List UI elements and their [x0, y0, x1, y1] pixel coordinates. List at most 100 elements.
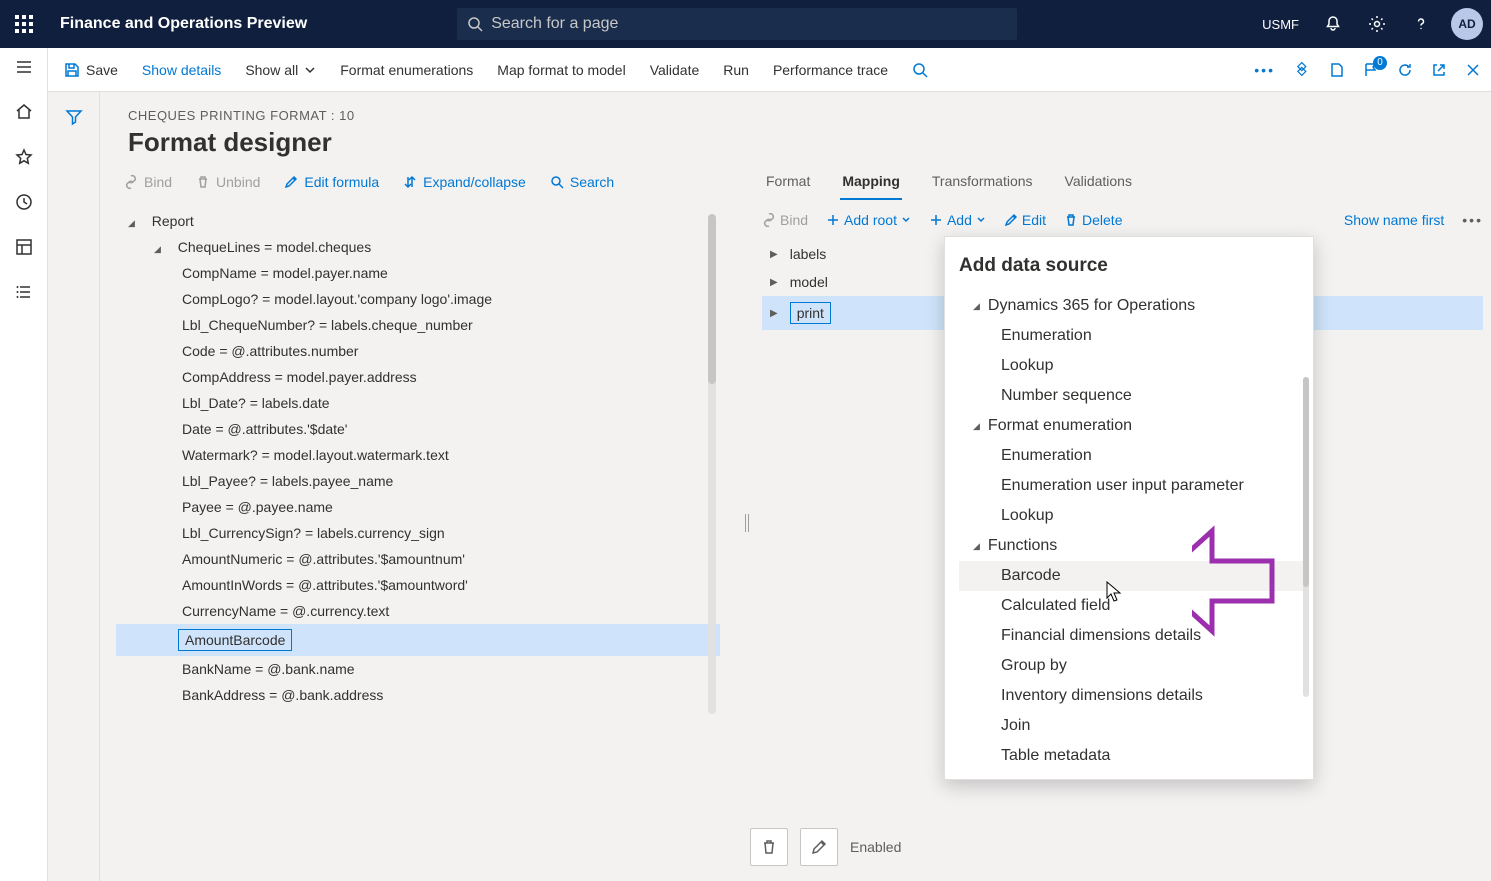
- run-button[interactable]: Run: [723, 62, 749, 78]
- scrollbar[interactable]: [708, 214, 716, 714]
- tree-node-chequelines[interactable]: ChequeLines = model.cheques: [116, 234, 720, 260]
- tree-node[interactable]: CompAddress = model.payer.address: [116, 364, 720, 390]
- nav-menu-button[interactable]: [15, 58, 33, 81]
- nav-home[interactable]: [15, 103, 33, 126]
- popup-item[interactable]: Inventory dimensions details: [959, 681, 1309, 711]
- tree-node[interactable]: Watermark? = model.layout.watermark.text: [116, 442, 720, 468]
- popup-item[interactable]: Group by: [959, 651, 1309, 681]
- tree-node[interactable]: Lbl_CurrencySign? = labels.currency_sign: [116, 520, 720, 546]
- tree-node[interactable]: BankAddress = @.bank.address: [116, 682, 720, 708]
- list-icon: [15, 283, 33, 301]
- validate-button[interactable]: Validate: [650, 62, 700, 78]
- tree-node[interactable]: Lbl_Payee? = labels.payee_name: [116, 468, 720, 494]
- popup-item[interactable]: Enumeration: [959, 321, 1309, 351]
- tree-node[interactable]: BankName = @.bank.name: [116, 656, 720, 682]
- tree-node[interactable]: Payee = @.payee.name: [116, 494, 720, 520]
- add-button[interactable]: Add: [929, 212, 986, 228]
- tree-node[interactable]: CurrencyName = @.currency.text: [116, 598, 720, 624]
- status-edit-button[interactable]: [800, 828, 838, 866]
- popup-scrollbar[interactable]: [1303, 377, 1309, 697]
- avatar[interactable]: AD: [1451, 8, 1483, 40]
- chevron-down-icon: [976, 215, 986, 225]
- popup-group-functions[interactable]: ◢Functions: [959, 531, 1309, 561]
- tree-node[interactable]: Date = @.attributes.'$date': [116, 416, 720, 442]
- office-button[interactable]: [1329, 62, 1345, 78]
- tree-search-button[interactable]: Search: [550, 174, 614, 190]
- settings-button[interactable]: [1355, 0, 1399, 48]
- format-enumerations-button[interactable]: Format enumerations: [340, 62, 473, 78]
- delete-button[interactable]: Delete: [1064, 212, 1122, 228]
- scrollbar-thumb[interactable]: [1303, 377, 1309, 587]
- edit-button[interactable]: Edit: [1004, 212, 1046, 228]
- star-icon: [15, 148, 33, 166]
- popup-item[interactable]: Enumeration user input parameter: [959, 471, 1309, 501]
- search-icon: [550, 175, 564, 189]
- map-format-button[interactable]: Map format to model: [497, 62, 625, 78]
- popup-item-barcode[interactable]: Barcode: [959, 561, 1309, 591]
- scrollbar-thumb[interactable]: [708, 214, 716, 384]
- right-more-button[interactable]: •••: [1462, 212, 1483, 228]
- popup-item[interactable]: Lookup: [959, 351, 1309, 381]
- popup-item[interactable]: Calculated field: [959, 591, 1309, 621]
- unbind-button[interactable]: Unbind: [196, 174, 260, 190]
- tree-node[interactable]: Lbl_Date? = labels.date: [116, 390, 720, 416]
- tree-node[interactable]: AmountNumeric = @.attributes.'$amountnum…: [116, 546, 720, 572]
- save-button[interactable]: Save: [64, 62, 118, 78]
- popout-button[interactable]: [1431, 62, 1447, 78]
- bind-button[interactable]: Bind: [124, 174, 172, 190]
- messages-button[interactable]: [1363, 62, 1379, 78]
- help-button[interactable]: [1399, 0, 1443, 48]
- show-name-first-button[interactable]: Show name first: [1344, 212, 1444, 228]
- funnel-icon: [65, 108, 83, 126]
- company-code[interactable]: USMF: [1250, 17, 1311, 32]
- tree-node[interactable]: CompLogo? = model.layout.'company logo'.…: [116, 286, 720, 312]
- app-launcher[interactable]: [0, 0, 48, 48]
- popup-group-format-enum[interactable]: ◢Format enumeration: [959, 411, 1309, 441]
- show-details-button[interactable]: Show details: [142, 62, 221, 78]
- tab-transformations[interactable]: Transformations: [930, 164, 1035, 200]
- more-button[interactable]: •••: [1254, 62, 1275, 78]
- status-delete-button[interactable]: [750, 828, 788, 866]
- tree-node-selected[interactable]: AmountBarcode: [116, 624, 720, 656]
- performance-trace-button[interactable]: Performance trace: [773, 62, 888, 78]
- trash-icon: [761, 839, 777, 855]
- edit-formula-button[interactable]: Edit formula: [284, 174, 379, 190]
- expand-collapse-button[interactable]: Expand/collapse: [403, 174, 526, 190]
- popup-item[interactable]: Financial dimensions details: [959, 621, 1309, 651]
- add-root-button[interactable]: Add root: [826, 212, 911, 228]
- attachments-button[interactable]: [1293, 61, 1311, 79]
- expand-icon: [403, 175, 417, 189]
- page-icon: [1329, 62, 1345, 78]
- close-button[interactable]: [1465, 62, 1481, 78]
- notifications-button[interactable]: [1311, 0, 1355, 48]
- nav-favorites[interactable]: [15, 148, 33, 171]
- popup-item[interactable]: Number sequence: [959, 381, 1309, 411]
- app-title: Finance and Operations Preview: [48, 15, 307, 33]
- popup-item[interactable]: Enumeration: [959, 441, 1309, 471]
- popup-item[interactable]: Lookup: [959, 501, 1309, 531]
- tree-node-report[interactable]: Report: [116, 208, 720, 234]
- tree-node[interactable]: Lbl_ChequeNumber? = labels.cheque_number: [116, 312, 720, 338]
- tree-node[interactable]: AmountInWords = @.attributes.'$amountwor…: [116, 572, 720, 598]
- tree-node[interactable]: Code = @.attributes.number: [116, 338, 720, 364]
- tab-mapping[interactable]: Mapping: [840, 164, 902, 200]
- tab-format[interactable]: Format: [764, 164, 812, 200]
- popup-item[interactable]: Table metadata: [959, 741, 1309, 771]
- tab-validations[interactable]: Validations: [1063, 164, 1134, 200]
- right-bind-button[interactable]: Bind: [762, 212, 808, 228]
- search-input[interactable]: Search for a page: [457, 8, 1017, 40]
- nav-workspaces[interactable]: [15, 238, 33, 261]
- find-button[interactable]: [912, 62, 928, 78]
- refresh-button[interactable]: [1397, 62, 1413, 78]
- filter-button[interactable]: [65, 108, 83, 881]
- flag-icon: [1363, 62, 1379, 78]
- popup-group-d365[interactable]: ◢Dynamics 365 for Operations: [959, 291, 1309, 321]
- nav-modules[interactable]: [15, 283, 33, 306]
- nav-recent[interactable]: [15, 193, 33, 216]
- show-all-button[interactable]: Show all: [245, 62, 316, 78]
- splitter[interactable]: [740, 164, 754, 881]
- tree-node[interactable]: CompName = model.payer.name: [116, 260, 720, 286]
- popup-item[interactable]: Join: [959, 711, 1309, 741]
- page-title: Format designer: [128, 127, 1463, 158]
- search-icon: [467, 16, 483, 32]
